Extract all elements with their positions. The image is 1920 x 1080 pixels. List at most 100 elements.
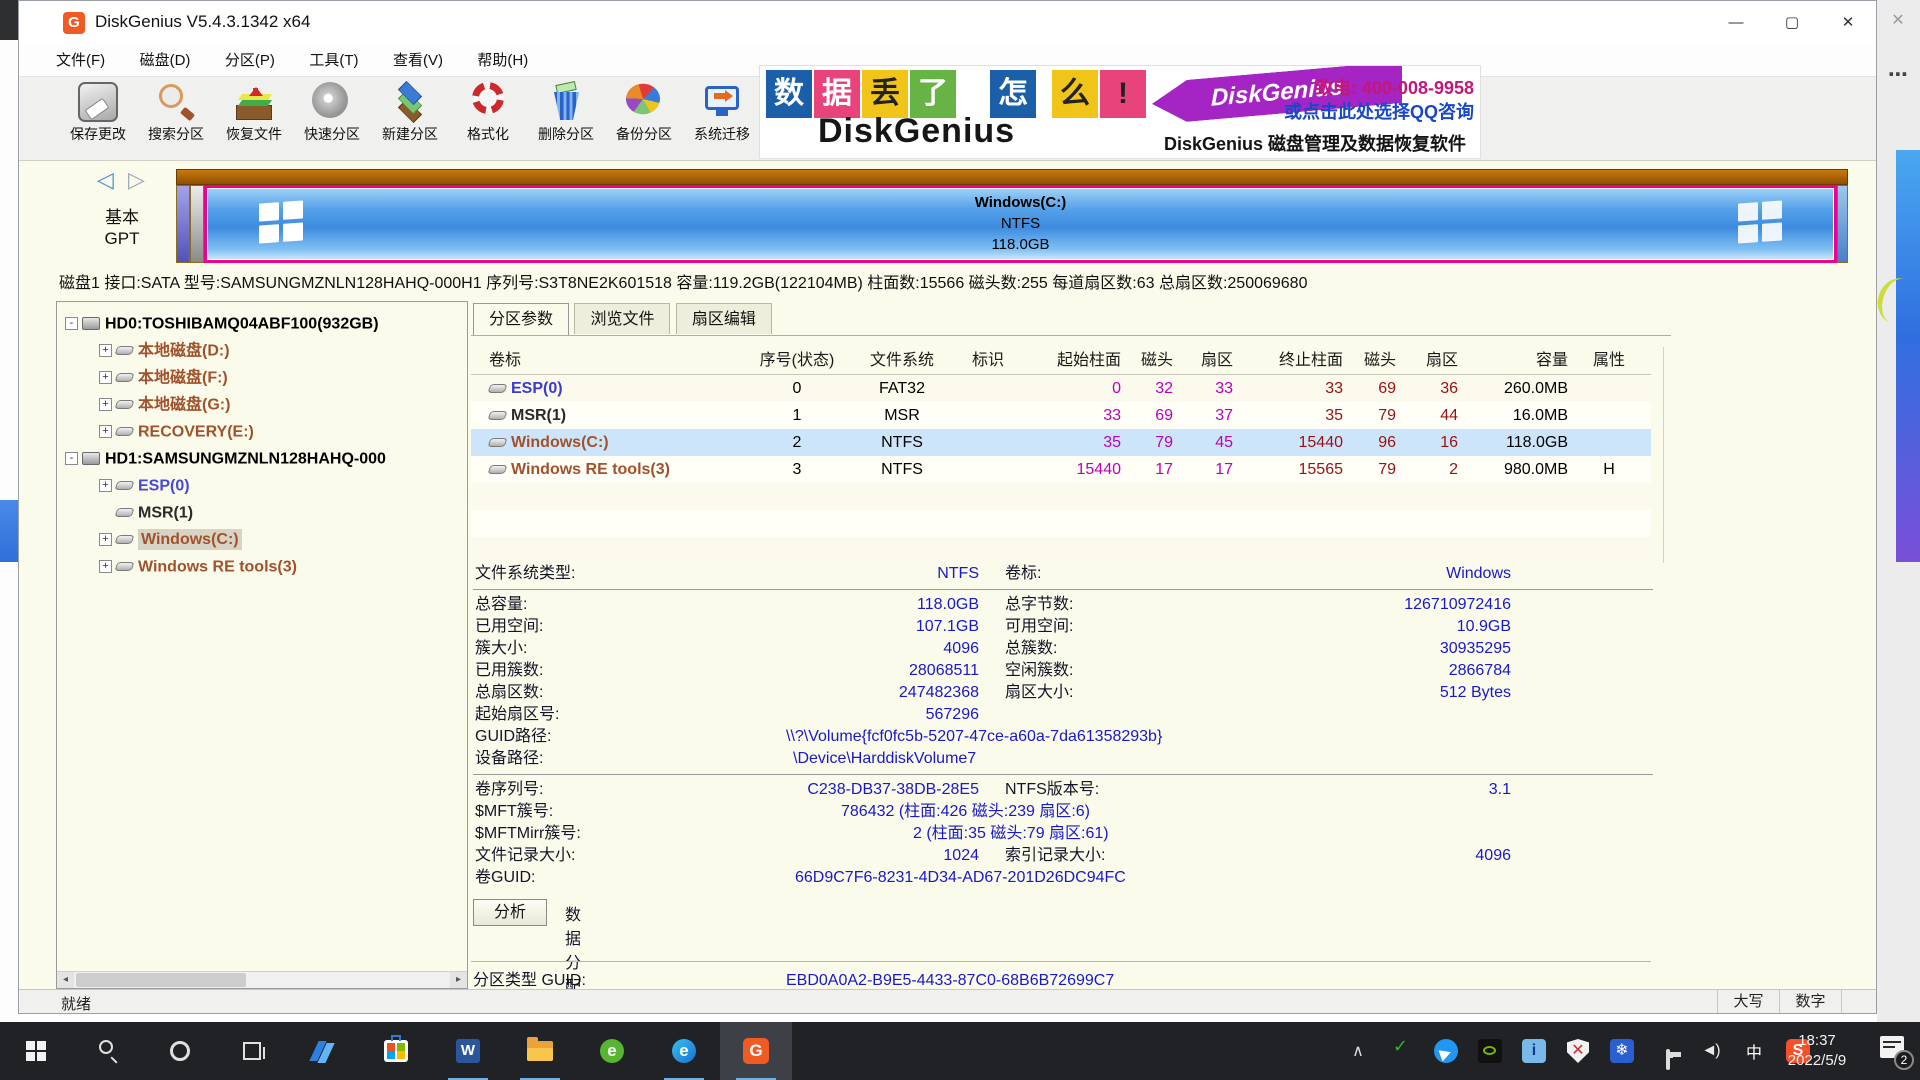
search-partition-button[interactable]: 搜索分区 <box>137 80 215 144</box>
expand-icon[interactable]: + <box>99 398 112 411</box>
new-partition-button[interactable]: 新建分区 <box>371 80 449 144</box>
recover-files-button[interactable]: 恢复文件 <box>215 80 293 144</box>
system-migration-button[interactable]: 系统迁移 <box>683 80 761 144</box>
menu-disk[interactable]: 磁盘(D) <box>125 45 206 76</box>
tray-volume-button[interactable]: ◄) <box>1688 1022 1732 1080</box>
table-row-windows-c-selected[interactable]: Windows(C:) 2NTFS 357945 154409616 118.0… <box>471 429 1651 456</box>
col-header[interactable]: 扇区 <box>1179 347 1239 374</box>
tray-nvidia-button[interactable] <box>1468 1022 1512 1080</box>
collapse-icon[interactable]: - <box>65 452 78 465</box>
col-header[interactable]: 磁头 <box>1349 347 1402 374</box>
menu-view[interactable]: 查看(V) <box>378 45 458 76</box>
tree-item-recovery-e[interactable]: +RECOVERY(E:) <box>57 418 467 445</box>
col-header[interactable]: 容量 <box>1464 347 1576 374</box>
tray-battery-button[interactable] <box>1644 1022 1688 1080</box>
taskbar-search-button[interactable] <box>72 1022 144 1080</box>
next-disk-arrow-icon[interactable]: ▷ <box>128 167 145 192</box>
browser-360-button[interactable]: e <box>576 1022 648 1080</box>
col-header[interactable]: 磁头 <box>1127 347 1179 374</box>
windows-taskbar: W e e G ∧ ✓ i ✕ ❄ ◄) 中 S 18:37 2022/5/9 … <box>0 1022 1920 1080</box>
edge-button[interactable]: e <box>648 1022 720 1080</box>
expand-icon[interactable]: + <box>99 371 112 384</box>
menu-tools[interactable]: 工具(T) <box>294 45 373 76</box>
analyze-button[interactable]: 分析 <box>473 899 547 926</box>
tab-browse-files[interactable]: 浏览文件 <box>574 303 670 334</box>
tray-messenger-button[interactable] <box>1424 1022 1468 1080</box>
expand-icon[interactable]: + <box>99 560 112 573</box>
tree-item-esp[interactable]: +ESP(0) <box>57 472 467 499</box>
table-row-windows-re-tools[interactable]: Windows RE tools(3) 3NTFS 154401717 1556… <box>471 456 1651 483</box>
scroll-right-icon[interactable]: ▸ <box>450 972 467 988</box>
prev-disk-arrow-icon[interactable]: ◁ <box>97 167 114 192</box>
start-icon <box>26 1041 46 1061</box>
word-button[interactable]: W <box>432 1022 504 1080</box>
col-header[interactable]: 属性 <box>1576 347 1642 374</box>
partition-block-windows-c[interactable]: Windows(C:) NTFS 118.0GB <box>204 185 1837 263</box>
tree-item-windows-c[interactable]: +Windows(C:) <box>57 526 467 553</box>
menu-file[interactable]: 文件(F) <box>41 45 120 76</box>
col-header[interactable]: 终止柱面 <box>1239 347 1349 374</box>
col-header[interactable]: 文件系统 <box>847 347 957 374</box>
store-button[interactable] <box>360 1022 432 1080</box>
action-center-button[interactable]: 2 <box>1880 1036 1910 1066</box>
overflow-dots-icon[interactable]: ⋯ <box>1888 62 1908 87</box>
tree-item-hd1[interactable]: -HD1:SAMSUNGMZNLN128HAHQ-000 <box>57 445 467 472</box>
flash-app-button[interactable] <box>288 1022 360 1080</box>
col-header[interactable]: 标识 <box>957 347 1019 374</box>
menu-partition[interactable]: 分区(P) <box>210 45 290 76</box>
tree-item-hd0[interactable]: -HD0:TOSHIBAMQ04ABF100(932GB) <box>57 310 467 337</box>
col-header[interactable]: 序号(状态) <box>747 347 847 374</box>
tab-partition-params[interactable]: 分区参数 <box>473 303 569 336</box>
scroll-left-icon[interactable]: ◂ <box>57 972 74 988</box>
partition-icon <box>115 427 135 436</box>
table-row-esp[interactable]: ESP(0) 0FAT32 03233 336936 260.0MB <box>471 375 1651 402</box>
partition-icon <box>488 384 508 393</box>
table-row-msr[interactable]: MSR(1) 1MSR 336937 357944 16.0MB <box>471 402 1651 429</box>
tree-item-local-g[interactable]: +本地磁盘(G:) <box>57 391 467 418</box>
expand-icon[interactable]: + <box>99 533 112 546</box>
tray-intel-button[interactable]: i <box>1512 1022 1556 1080</box>
ad-banner[interactable]: 数 据 丢 了 怎 么 ! DiskGenius DiskGenius 致电: … <box>759 65 1481 159</box>
menu-help[interactable]: 帮助(H) <box>462 45 543 76</box>
close-button[interactable]: ✕ <box>1820 1 1876 45</box>
tray-snowflake-button[interactable]: ❄ <box>1600 1022 1644 1080</box>
diskgenius-taskbar-button[interactable]: G <box>720 1022 792 1080</box>
expand-icon[interactable]: + <box>99 344 112 357</box>
tree-item-msr[interactable]: MSR(1) <box>57 499 467 526</box>
tree-horizontal-scrollbar[interactable]: ◂ ▸ <box>57 971 467 988</box>
banner-qq-link[interactable]: 或点击此处选择QQ咨询 <box>1284 98 1474 124</box>
tray-printer-button[interactable]: ✓ <box>1380 1022 1424 1080</box>
tree-item-local-d[interactable]: +本地磁盘(D:) <box>57 337 467 364</box>
collapse-icon[interactable]: - <box>65 317 78 330</box>
quick-partition-button[interactable]: 快速分区 <box>293 80 371 144</box>
tray-chevron-button[interactable]: ∧ <box>1336 1022 1380 1080</box>
task-view-button[interactable] <box>216 1022 288 1080</box>
tab-sector-edit[interactable]: 扇区编辑 <box>676 303 772 334</box>
scrollbar-thumb[interactable] <box>76 973 246 987</box>
tree-item-windows-re-tools[interactable]: +Windows RE tools(3) <box>57 553 467 580</box>
backup-partition-button[interactable]: 备份分区 <box>605 80 683 144</box>
file-explorer-button[interactable] <box>504 1022 576 1080</box>
format-button[interactable]: 格式化 <box>449 80 527 144</box>
col-header[interactable]: 起始柱面 <box>1019 347 1127 374</box>
minimize-button[interactable]: — <box>1708 1 1764 45</box>
banner-tile: 丢 <box>862 70 908 118</box>
maximize-button[interactable]: ▢ <box>1764 1 1820 45</box>
col-header[interactable]: 卷标 <box>471 347 747 374</box>
expand-icon[interactable]: + <box>99 425 112 438</box>
tray-ime-button[interactable]: 中 <box>1732 1022 1776 1080</box>
disk-tree-panel: -HD0:TOSHIBAMQ04ABF100(932GB) +本地磁盘(D:) … <box>56 301 468 989</box>
delete-partition-button[interactable]: 删除分区 <box>527 80 605 144</box>
col-header[interactable]: 扇区 <box>1402 347 1464 374</box>
partition-block-esp[interactable] <box>176 185 190 263</box>
save-changes-button[interactable]: 保存更改 <box>59 80 137 144</box>
partition-block-msr[interactable] <box>190 185 204 263</box>
cortana-button[interactable] <box>144 1022 216 1080</box>
expand-icon[interactable]: + <box>99 479 112 492</box>
tray-defender-button[interactable]: ✕ <box>1556 1022 1600 1080</box>
disk-bar-panel: ◁ ▷ 基本 GPT Windows(C:) NTFS 118.0GB <box>19 161 1876 269</box>
start-button[interactable] <box>0 1022 72 1080</box>
taskbar-clock[interactable]: 18:37 2022/5/9 <box>1774 1031 1860 1071</box>
partition-block-re-tools[interactable] <box>1837 185 1848 263</box>
tree-item-local-f[interactable]: +本地磁盘(F:) <box>57 364 467 391</box>
